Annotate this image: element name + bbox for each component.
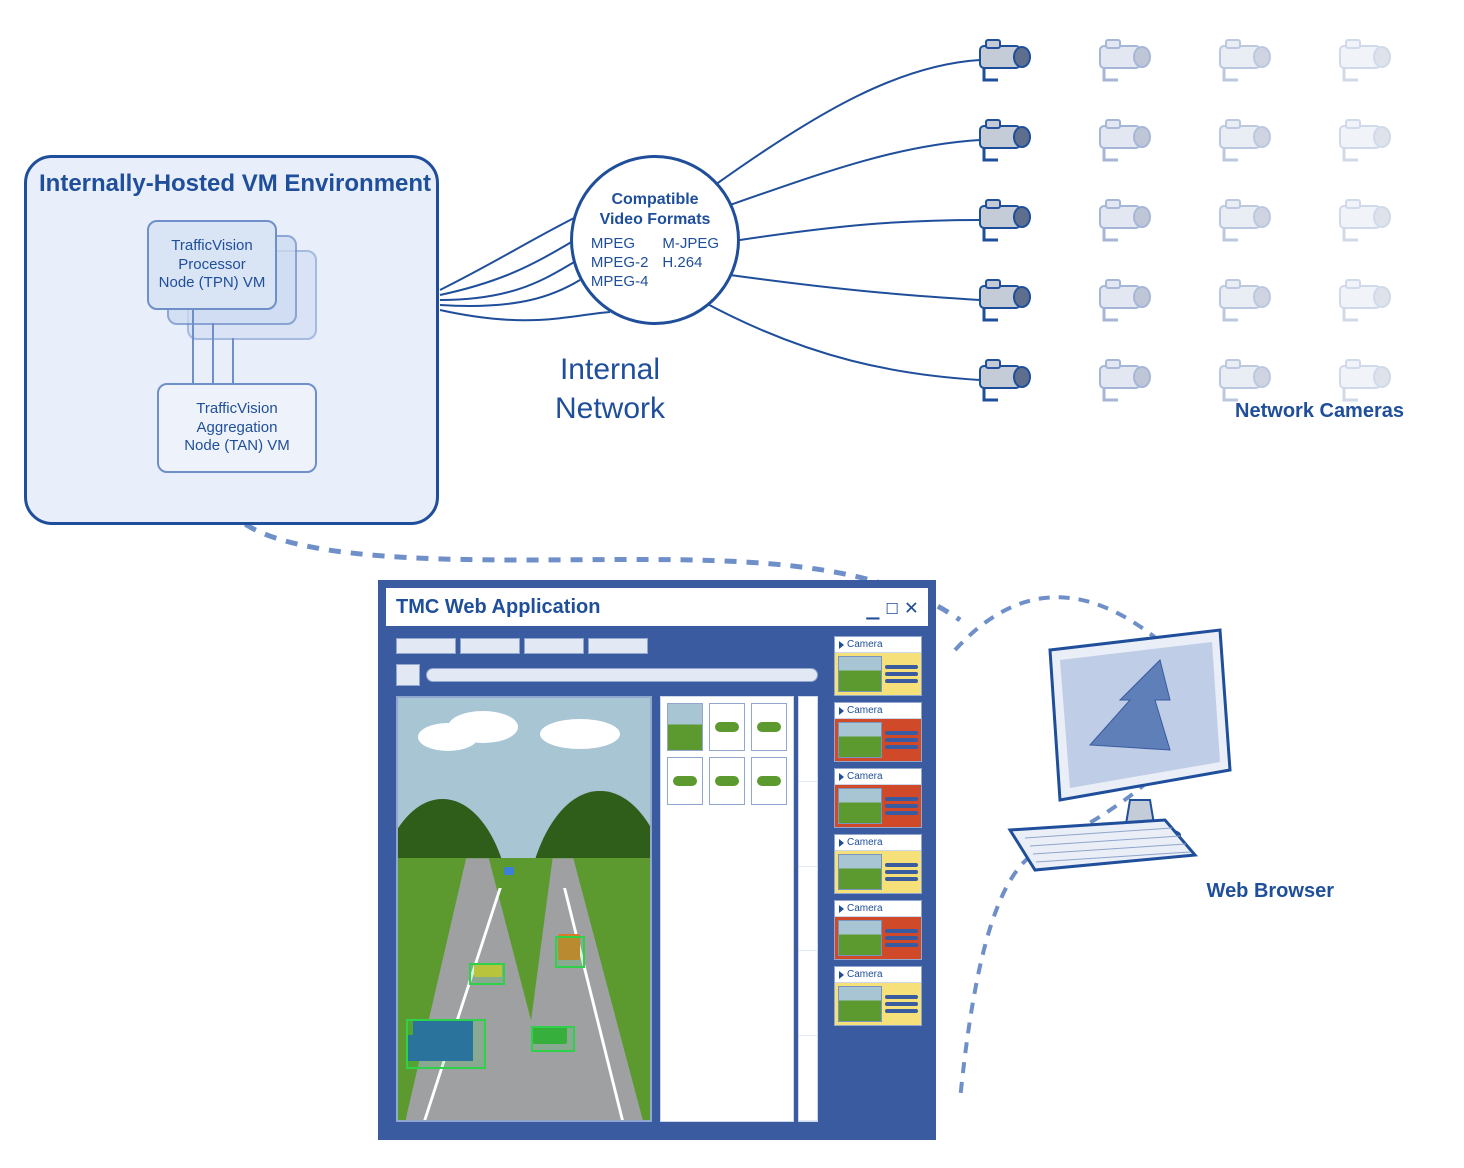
app-tab[interactable] <box>588 638 648 654</box>
thumb-item[interactable] <box>751 757 787 805</box>
video-formats-circle: Compatible Video Formats MPEG M-JPEG MPE… <box>570 155 740 325</box>
side-pane <box>660 696 818 1122</box>
camera-thumb <box>838 656 882 692</box>
camera-panel[interactable]: Camera <box>834 636 922 696</box>
camera-thumb <box>838 854 882 890</box>
scroll-track[interactable] <box>798 696 818 1122</box>
vm-environment-box: Internally-Hosted VM Environment Traffic… <box>24 155 439 525</box>
camera-panel[interactable]: Camera <box>834 900 922 960</box>
camera-panel-label: Camera <box>847 771 883 782</box>
vf-item: MPEG-2 <box>591 254 649 271</box>
app-titlebar: TMC Web Application _ ☐ ✕ <box>386 588 928 628</box>
camera-panel-label: Camera <box>847 639 883 650</box>
app-toolbar <box>396 664 818 686</box>
camera-panel-body <box>835 653 921 695</box>
camera-panel-label: Camera <box>847 705 883 716</box>
vf-title-2: Video Formats <box>600 211 711 228</box>
disclosure-icon <box>839 773 844 781</box>
camera-thumb <box>838 788 882 824</box>
close-icon[interactable]: ✕ <box>905 595 918 620</box>
app-tab[interactable] <box>524 638 584 654</box>
camera-panel-body <box>835 785 921 827</box>
web-browser-computer <box>1010 630 1230 870</box>
camera-panel-label: Camera <box>847 969 883 980</box>
thumb-item[interactable] <box>751 703 787 751</box>
camera-info-lines <box>885 656 918 692</box>
disclosure-icon <box>839 905 844 913</box>
camera-panel-header: Camera <box>835 769 921 785</box>
thumb-item[interactable] <box>667 703 703 751</box>
camera-info-lines <box>885 722 918 758</box>
thumb-item[interactable] <box>667 757 703 805</box>
camera-panel-header: Camera <box>835 967 921 983</box>
toolbar-search[interactable] <box>426 668 818 682</box>
app-title: TMC Web Application <box>396 596 600 619</box>
disclosure-icon <box>839 641 844 649</box>
camera-panel-body <box>835 983 921 1025</box>
maximize-icon[interactable]: ☐ <box>886 595 899 620</box>
camera-info-lines <box>885 920 918 956</box>
thumb-grid <box>660 696 794 1122</box>
camera-panel[interactable]: Camera <box>834 702 922 762</box>
video-formats-list: MPEG M-JPEG MPEG-2 H.264 MPEG-4 <box>591 235 719 290</box>
camera-panel-body <box>835 917 921 959</box>
video-pane[interactable] <box>396 696 652 1122</box>
tmc-app-window: TMC Web Application _ ☐ ✕ <box>378 580 936 1140</box>
disclosure-icon <box>839 707 844 715</box>
app-tab[interactable] <box>396 638 456 654</box>
tpn-vm-card: TrafficVision Processor Node (TPN) VM <box>147 220 277 310</box>
minimize-icon[interactable]: _ <box>866 595 879 620</box>
camera-panel-label: Camera <box>847 837 883 848</box>
tan-line3: Node (TAN) VM <box>184 437 290 454</box>
tpn-vm-stack: TrafficVision Processor Node (TPN) VM <box>147 220 317 340</box>
thumb-item[interactable] <box>709 757 745 805</box>
vf-item <box>662 273 719 290</box>
camera-panel-body <box>835 851 921 893</box>
vf-item: MPEG-4 <box>591 273 649 290</box>
camera-panel-body <box>835 719 921 761</box>
camera-panel-header: Camera <box>835 637 921 653</box>
tpn-line3: Node (TPN) VM <box>159 274 266 291</box>
vf-title-1: Compatible <box>611 191 698 208</box>
tpn-line2: Processor <box>178 256 246 273</box>
camera-panel-header: Camera <box>835 703 921 719</box>
camera-thumb <box>838 986 882 1022</box>
camera-info-lines <box>885 788 918 824</box>
camera-panel-label: Camera <box>847 903 883 914</box>
vf-item: MPEG <box>591 235 649 252</box>
tan-line2: Aggregation <box>197 419 278 436</box>
camera-panel-header: Camera <box>835 901 921 917</box>
vm-environment-title: Internally-Hosted VM Environment <box>39 170 431 198</box>
vf-item: M-JPEG <box>662 235 719 252</box>
tan-line1: TrafficVision <box>196 400 277 417</box>
camera-sidebar: Camera Camera Camera Camera Camera Camera <box>828 628 928 1132</box>
camera-thumb <box>838 920 882 956</box>
camera-info-lines <box>885 986 918 1022</box>
camera-thumb <box>838 722 882 758</box>
web-browser-label: Web Browser <box>1207 880 1334 903</box>
tan-vm-card: TrafficVision Aggregation Node (TAN) VM <box>157 383 317 473</box>
thumb-item[interactable] <box>709 703 745 751</box>
camera-panel[interactable]: Camera <box>834 768 922 828</box>
camera-panel[interactable]: Camera <box>834 966 922 1026</box>
disclosure-icon <box>839 971 844 979</box>
app-tab[interactable] <box>460 638 520 654</box>
vf-item: H.264 <box>662 254 719 271</box>
disclosure-icon <box>839 839 844 847</box>
network-cameras-label: Network Cameras <box>1235 400 1404 423</box>
camera-panel[interactable]: Camera <box>834 834 922 894</box>
internal-network-label: Internal Network <box>555 350 665 428</box>
app-tabs <box>396 638 818 654</box>
camera-info-lines <box>885 854 918 890</box>
camera-panel-header: Camera <box>835 835 921 851</box>
tpn-line1: TrafficVision <box>171 237 252 254</box>
toolbar-button[interactable] <box>396 664 420 686</box>
